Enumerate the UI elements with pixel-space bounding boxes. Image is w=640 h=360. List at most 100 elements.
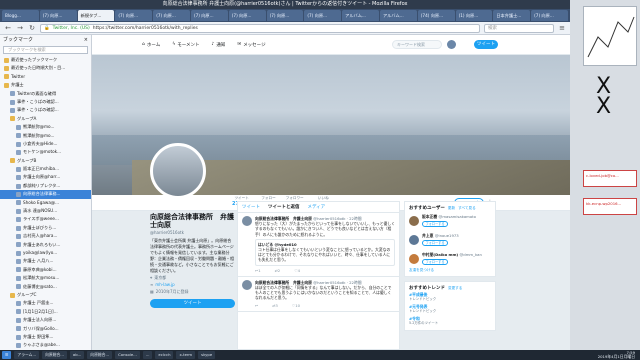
user-avatar[interactable] bbox=[409, 253, 419, 264]
profile-tweet-button[interactable]: ツイート bbox=[150, 299, 235, 308]
trend-item[interactable]: #令和 5.2万件のツイート bbox=[409, 315, 491, 327]
search-bar[interactable]: 検索 bbox=[484, 23, 554, 33]
bookmark-item[interactable]: 都部純リプレクタ... bbox=[0, 182, 91, 190]
tweet[interactable]: 向原総合法律事務所 弁護士向原 @harrier0516otk · 22時間 ほぼ… bbox=[238, 277, 399, 312]
heart-action[interactable]: ♡10 bbox=[292, 303, 300, 308]
url-bar[interactable]: 🔒 Twitter, Inc. (US) https://twitter.com… bbox=[40, 23, 480, 33]
taskbar-item[interactable]: ... bbox=[142, 351, 153, 359]
nav-messages[interactable]: ✉ メッセージ bbox=[237, 42, 265, 48]
bookmark-item[interactable]: 向原総合法律事務... bbox=[0, 190, 91, 199]
bookmark-item[interactable]: 吉村亮人@hara... bbox=[0, 232, 91, 240]
sidebar-close-button[interactable]: × bbox=[84, 35, 88, 45]
taskbar-item[interactable]: eclcch bbox=[155, 351, 174, 359]
taskbar-item[interactable]: Console... bbox=[115, 351, 140, 359]
profile-avatar[interactable] bbox=[150, 143, 206, 199]
bookmark-item[interactable]: 弁護士 戸舘圭... bbox=[0, 299, 91, 307]
tweet-avatar[interactable] bbox=[242, 216, 252, 226]
profile-link[interactable]: ∞ mh-law.jp bbox=[150, 281, 235, 288]
tab-7[interactable]: (7) 向原... bbox=[266, 10, 304, 21]
user-name[interactable]: 井上恵 bbox=[422, 233, 433, 238]
bookmark-item[interactable]: 藤原幸典@kobi... bbox=[0, 266, 91, 274]
bookmark-item[interactable]: モトケン@motok... bbox=[0, 148, 91, 156]
trend-item[interactable]: #元号発表 トレンドトピック bbox=[409, 303, 491, 315]
tab-3[interactable]: (7) 向原... bbox=[115, 10, 153, 21]
forward-button[interactable]: → bbox=[16, 24, 24, 32]
bookmark-item[interactable]: Shoko Egawa@... bbox=[0, 199, 91, 207]
trend-item[interactable]: #平成最後 トレンドトピック bbox=[409, 291, 491, 303]
tab-6[interactable]: (7) 向原... bbox=[228, 10, 266, 21]
bookmark-item[interactable]: 阪本正巳mshiba... bbox=[0, 165, 91, 173]
tab-2[interactable]: 新規タブ... bbox=[77, 10, 115, 21]
bookmark-item[interactable]: グループC bbox=[0, 291, 91, 299]
user-name[interactable]: 阪本正樹 bbox=[422, 214, 437, 219]
bookmark-item[interactable]: グループB bbox=[0, 157, 91, 165]
bookmark-item[interactable]: 弁護士 bbox=[0, 81, 91, 89]
bookmark-item[interactable]: yoika@law(lyo... bbox=[0, 249, 91, 257]
trends-change-link[interactable]: 変更する bbox=[448, 286, 462, 291]
account-avatar[interactable] bbox=[447, 40, 456, 49]
menu-icon[interactable]: ≡ bbox=[558, 24, 566, 32]
bookmark-item[interactable]: 弁護士あれろもい... bbox=[0, 241, 91, 249]
find-friends-link[interactable]: 友達を見つける bbox=[409, 268, 491, 273]
back-button[interactable]: ← bbox=[4, 24, 12, 32]
bookmark-item[interactable]: 佐藤博史@sato... bbox=[0, 283, 91, 291]
bookmark-item[interactable]: 事件・こうばの確認... bbox=[0, 106, 91, 114]
tab-12[interactable]: (1) 向原... bbox=[455, 10, 493, 21]
start-menu-button[interactable]: ☰ bbox=[2, 351, 12, 359]
sidebar-title[interactable]: ブックマーク bbox=[3, 35, 33, 45]
bookmark-search-input[interactable]: ブックマークを検索 bbox=[3, 46, 88, 54]
tab-11[interactable]: (74) 向原... bbox=[417, 10, 455, 21]
taskbar-item[interactable]: skype bbox=[198, 351, 216, 359]
bookmark-item[interactable]: 最近使ったブックマーク bbox=[0, 56, 91, 64]
bookmark-item[interactable]: 弁護士 野田隼... bbox=[0, 333, 91, 341]
taskbar-item[interactable]: 向原総合... bbox=[42, 351, 67, 359]
bookmark-item[interactable]: 弁護士 八月八... bbox=[0, 257, 91, 265]
bookmark-item[interactable]: ガリバ保@Gollo... bbox=[0, 325, 91, 333]
bookmark-item[interactable]: ライスボ@weee... bbox=[0, 215, 91, 223]
tab-4[interactable]: (7) 向原... bbox=[153, 10, 190, 21]
bookmark-item[interactable]: グループA bbox=[0, 115, 91, 123]
timeline-tab[interactable]: メディア bbox=[308, 204, 326, 210]
notification-1[interactable]: c-loved-job@co... bbox=[583, 170, 637, 187]
retweet-action[interactable]: ⇄3 bbox=[272, 303, 278, 308]
bookmark-item[interactable]: 最近使った日時順大別・目... bbox=[0, 64, 91, 72]
user-avatar[interactable] bbox=[409, 234, 419, 245]
follow-button[interactable]: フォローする bbox=[422, 221, 448, 227]
quoted-reply[interactable]: はいどる @hyde010 コト仕事は仕事をしなくてもいいという変なことに怒ってい… bbox=[255, 238, 395, 266]
bookmark-item[interactable]: 小倉秀夫@Hide... bbox=[0, 140, 91, 148]
bookmark-item[interactable]: 清水 達@NOSU... bbox=[0, 207, 91, 215]
tab-10[interactable]: アルバム... bbox=[379, 10, 417, 21]
bookmark-item[interactable]: 弁護士ぼびりら... bbox=[0, 224, 91, 232]
bookmark-item[interactable]: [1月1日2月1日]... bbox=[0, 308, 91, 316]
tweet-avatar[interactable] bbox=[242, 279, 252, 290]
follow-button[interactable]: フォローする bbox=[422, 240, 448, 246]
tab-0[interactable]: Blogg... bbox=[2, 10, 39, 21]
follow-button[interactable]: フォローする bbox=[422, 259, 448, 265]
bookmark-item[interactable]: 熊澤航弥@mo... bbox=[0, 123, 91, 131]
tab-5[interactable]: (7) 向原... bbox=[190, 10, 228, 21]
heart-action[interactable]: ♡4 bbox=[294, 268, 300, 273]
view-all-link[interactable]: すべて見る bbox=[458, 206, 476, 211]
twitter-search-input[interactable]: キーワード検索 bbox=[392, 40, 442, 49]
nav-notifications[interactable]: ♪ 通知 bbox=[212, 42, 226, 48]
user-name[interactable]: 中村朋(Daiko mm) bbox=[422, 252, 458, 257]
bookmark-item[interactable]: 松澤航大@mosu... bbox=[0, 274, 91, 282]
taskbar-item[interactable]: アラーム... bbox=[14, 351, 40, 359]
bookmark-item[interactable]: Twitterの素面な確得 bbox=[0, 90, 91, 98]
bookmark-item[interactable]: Twitter bbox=[0, 73, 91, 81]
notification-2[interactable]: kk-ecnp-wp2016... bbox=[583, 198, 637, 215]
tab-1[interactable]: (7) 向原... bbox=[39, 10, 77, 21]
nav-moments[interactable]: ϟ モーメント bbox=[172, 42, 199, 48]
retweet-action[interactable]: ⇄2 bbox=[275, 268, 281, 273]
tab-8[interactable]: (7) 向原... bbox=[304, 10, 342, 21]
tab-13[interactable]: 日本弁護士... bbox=[493, 10, 531, 21]
bookmark-item[interactable]: 熊澤航弥@mo... bbox=[0, 132, 91, 140]
bookmark-item[interactable]: 弁護士法人向原... bbox=[0, 316, 91, 324]
bookmark-item[interactable]: 弁護士向原@harr... bbox=[0, 173, 91, 181]
tab-14[interactable]: (7) 向原... bbox=[531, 10, 568, 21]
taskbar-item[interactable]: 向原総合... bbox=[87, 351, 113, 359]
bookmark-item[interactable]: りゃぶさま@abe... bbox=[0, 341, 91, 349]
taskbar-item[interactable]: ab... bbox=[69, 351, 85, 359]
refresh-link[interactable]: 更新 bbox=[448, 206, 455, 211]
clock[interactable]: 7:59 2019年4月1日月曜日 bbox=[598, 351, 638, 359]
